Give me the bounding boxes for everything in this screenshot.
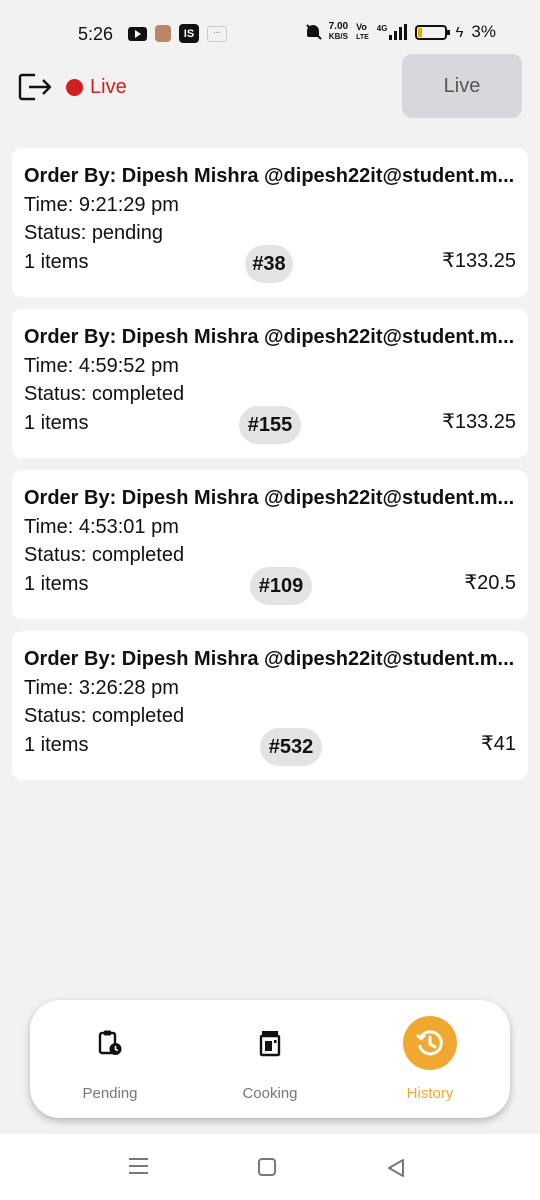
order-card[interactable]: Order By: Dipesh Mishra @dipesh22it@stud… xyxy=(12,631,528,780)
order-status: Status: pending xyxy=(24,222,163,244)
youtube-icon xyxy=(128,26,147,41)
is-app-icon: IS xyxy=(179,24,199,43)
order-by: Order By: Dipesh Mishra @dipesh22it@stud… xyxy=(24,648,515,670)
order-time: Time: 3:26:28 pm xyxy=(24,676,179,699)
order-time: Time: 4:59:52 pm xyxy=(24,354,179,377)
live-toggle-button[interactable]: Live xyxy=(402,54,522,118)
order-by: Order By: Dipesh Mishra @dipesh22it@stud… xyxy=(24,487,515,509)
nav-label-pending: Pending xyxy=(82,1085,138,1102)
order-status: Status: completed xyxy=(24,544,185,566)
nav-item-history[interactable]: History xyxy=(350,1000,510,1118)
status-time: 5:26 xyxy=(78,24,114,44)
volte-indicator: Vo LTE xyxy=(356,21,369,42)
live-status-label: Live xyxy=(90,76,127,98)
order-number-badge: #155 xyxy=(239,406,301,444)
battery-icon xyxy=(415,24,451,40)
order-time: Time: 9:21:29 pm xyxy=(24,193,179,216)
live-indicator-dot xyxy=(66,79,83,96)
order-card[interactable]: Order By: Dipesh Mishra @dipesh22it@stud… xyxy=(12,470,528,619)
logout-icon[interactable] xyxy=(18,72,54,102)
bottom-nav: Pending Cooking History xyxy=(30,1000,510,1118)
app-notification-icon xyxy=(155,25,171,42)
order-status: Status: completed xyxy=(24,705,185,727)
system-nav-bar xyxy=(0,1134,540,1200)
network-speed-value: 7.00 xyxy=(328,21,349,32)
notification-icons: IS ··· xyxy=(128,24,227,43)
nav-label-cooking: Cooking xyxy=(242,1085,298,1102)
order-price: ₹133.25 xyxy=(442,411,516,433)
order-by: Order By: Dipesh Mishra @dipesh22it@stud… xyxy=(24,326,515,348)
order-number-badge: #109 xyxy=(250,567,312,605)
order-by: Order By: Dipesh Mishra @dipesh22it@stud… xyxy=(24,165,515,187)
history-icon xyxy=(403,1016,457,1070)
network-speed: 7.00 KB/S xyxy=(329,22,348,42)
order-card[interactable]: Order By: Dipesh Mishra @dipesh22it@stud… xyxy=(12,309,528,458)
recent-apps-icon[interactable] xyxy=(129,1158,148,1174)
order-price: ₹133.25 xyxy=(442,250,516,272)
order-number-badge: #532 xyxy=(260,728,322,766)
battery-percent: 3% xyxy=(471,22,496,41)
volte-top: Vo xyxy=(356,21,367,32)
clipboard-clock-icon xyxy=(83,1016,137,1070)
nav-item-pending[interactable]: Pending xyxy=(30,1000,190,1118)
order-status: Status: completed xyxy=(24,383,185,405)
orders-list: Order By: Dipesh Mishra @dipesh22it@stud… xyxy=(12,148,528,792)
home-icon[interactable] xyxy=(258,1158,276,1176)
order-time: Time: 4:53:01 pm xyxy=(24,515,179,538)
bell-muted-icon xyxy=(305,23,321,41)
network-type: 4G xyxy=(376,24,388,33)
cooker-icon xyxy=(243,1016,297,1070)
order-price: ₹41 xyxy=(481,733,516,755)
more-notifications-icon: ··· xyxy=(207,25,227,42)
volte-bottom: LTE xyxy=(356,33,369,41)
nav-label-history: History xyxy=(406,1085,454,1102)
signal-icon: 4G xyxy=(377,24,408,40)
order-price: ₹20.5 xyxy=(464,572,516,594)
header: Live Live xyxy=(0,54,540,118)
network-speed-unit: KB/S xyxy=(328,32,348,41)
charging-icon: ϟ xyxy=(455,23,464,41)
nav-item-cooking[interactable]: Cooking xyxy=(190,1000,350,1118)
order-card[interactable]: Order By: Dipesh Mishra @dipesh22it@stud… xyxy=(12,148,528,297)
system-icons: 7.00 KB/S Vo LTE 4G ϟ 3% xyxy=(305,22,496,42)
order-number-badge: #38 xyxy=(245,245,293,283)
